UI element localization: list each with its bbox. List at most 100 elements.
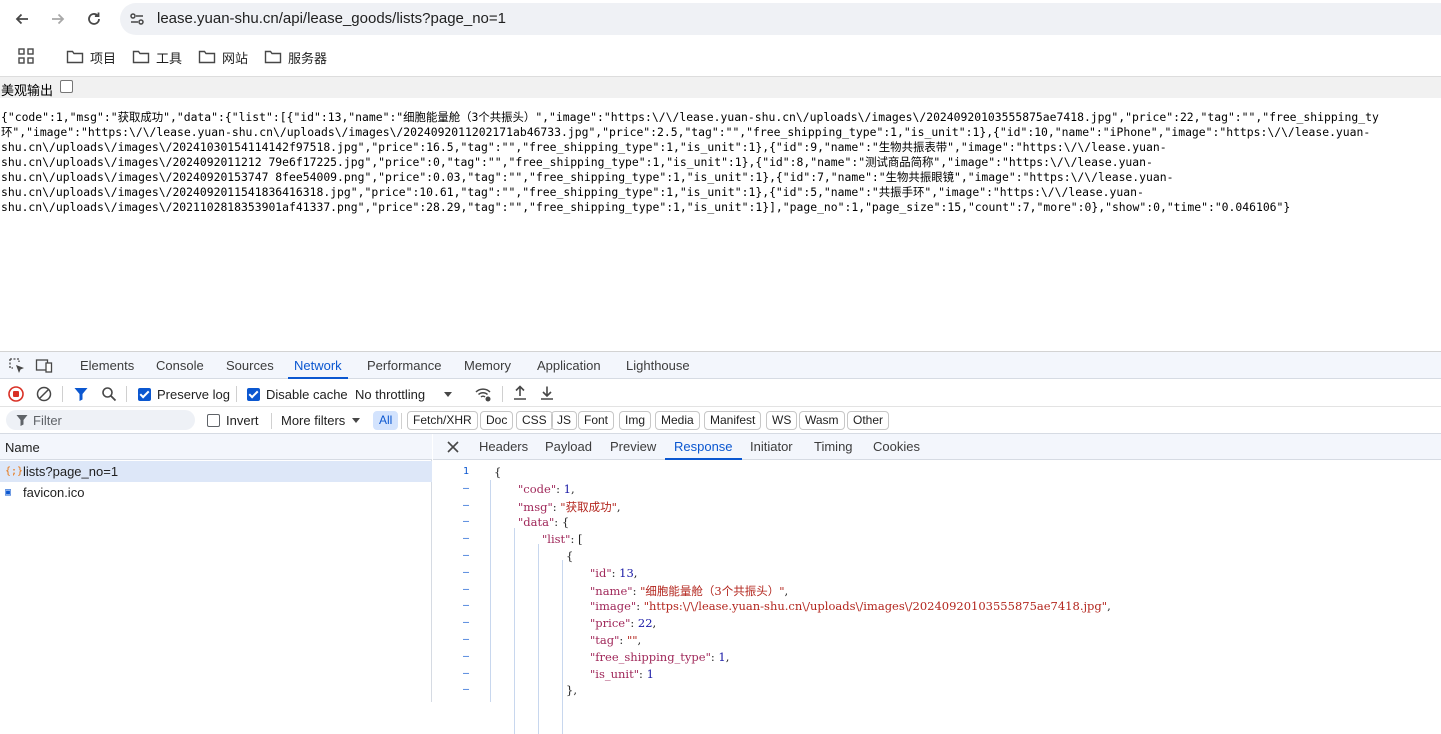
clear-icon[interactable] [36,386,52,402]
tab-console[interactable]: Console [156,352,204,379]
line-number: – [462,566,469,578]
tab-network[interactable]: Network [288,352,348,379]
response-code-view[interactable]: 1{– "code": 1, – "msg": "获取成功", – "data": {– "… [433,460,1441,734]
preserve-log-checkbox[interactable]: Preserve log [138,385,230,403]
reload-button[interactable] [81,6,107,32]
type-filter-doc[interactable]: Doc [480,411,514,430]
tab-sources[interactable]: Sources [226,352,274,379]
apps-grid-icon[interactable] [18,48,34,64]
bookmark-folder[interactable]: 项目 [66,46,116,68]
type-filter-other[interactable]: Other [847,411,890,430]
type-filter-manifest[interactable]: Manifest [704,411,762,430]
line-number: – [462,617,469,629]
device-toolbar-icon[interactable] [35,357,53,375]
bookmark-folder[interactable]: 网站 [198,46,248,68]
line-number: – [462,533,469,545]
toolbar-divider [502,386,503,402]
code-text: "tag": "", [590,633,642,647]
tab-preview[interactable]: Preview [610,434,656,460]
code-line: – "free_shipping_type": 1, [433,649,1441,666]
raw-json-body: {"code":1,"msg":"获取成功","data":{"list":[{… [1,110,1379,214]
folder-icon [198,50,216,64]
request-row[interactable]: {;} lists?page_no=1 [0,461,432,482]
request-list: Name {;} lists?page_no=1 ▣ favicon.ico [0,434,432,702]
code-line: – "name": "细胞能量舱（3个共振头）", [433,582,1441,599]
tab-response[interactable]: Response [665,434,742,460]
stop-recording-icon[interactable] [8,386,24,402]
type-filter-fetch-xhr[interactable]: Fetch/XHR [407,411,478,430]
bookmark-folder[interactable]: 工具 [132,46,182,68]
tab-performance[interactable]: Performance [367,352,441,379]
checkbox-checked[interactable] [138,387,151,401]
url-text[interactable]: lease.yuan-shu.cn/api/lease_goods/lists?… [157,10,506,27]
type-filter-all[interactable]: All [373,411,399,430]
bookmark-folder[interactable]: 服务器 [264,46,327,68]
code-line: – "id": 13, [433,565,1441,582]
tab-application[interactable]: Application [537,352,601,379]
code-line: – "is_unit": 1 [433,666,1441,683]
inspect-element-icon[interactable] [8,357,26,375]
line-number: – [462,482,469,494]
request-row[interactable]: ▣ favicon.ico [0,482,432,503]
network-toolbar: Preserve log Disable cache No throttling [0,380,1441,407]
line-number: – [462,684,469,696]
arrow-right-icon [52,13,65,25]
page-content: 美观输出 {"code":1,"msg":"获取成功","data":{"lis… [0,76,1441,351]
throttling-select[interactable]: No throttling [355,385,453,403]
arrow-left-icon [15,13,28,25]
code-line: – "tag": "", [433,632,1441,649]
more-filters-dropdown[interactable]: More filters [281,411,361,429]
search-icon[interactable] [101,386,117,402]
code-line: – "list": [ [433,531,1441,548]
line-number: – [462,650,469,662]
filter-bar: Filter Invert More filters All Fetch/XHR… [0,407,1441,434]
tab-elements[interactable]: Elements [80,352,134,379]
type-filter-font[interactable]: Font [578,411,615,430]
request-list-header[interactable]: Name [0,434,432,460]
checkbox-checked[interactable] [247,387,260,401]
address-bar[interactable]: lease.yuan-shu.cn/api/lease_goods/lists?… [120,3,1441,35]
code-text: "id": 13, [590,565,638,580]
type-filter-css[interactable]: CSS [516,411,553,430]
folder-icon [264,50,282,64]
import-har-icon[interactable] [512,385,528,401]
tab-lighthouse[interactable]: Lighthouse [626,352,690,379]
type-filter-wasm[interactable]: Wasm [799,411,845,430]
type-filter-ws[interactable]: WS [766,411,798,430]
filter-funnel-icon[interactable] [73,386,89,402]
type-filter-js[interactable]: JS [551,411,578,430]
toolbar-divider [236,386,237,402]
forward-button[interactable] [45,6,71,32]
network-conditions-icon[interactable] [474,385,492,403]
image-request-icon: ▣ [5,487,12,498]
code-text: "price": 22, [590,616,657,631]
code-text: "msg": "获取成功", [518,499,621,514]
tab-initiator[interactable]: Initiator [750,434,793,460]
request-detail-pane: Headers Payload Preview Response Initiat… [433,434,1441,734]
checkbox-unchecked[interactable] [207,413,220,427]
type-filter-img[interactable]: Img [619,411,652,430]
back-button[interactable] [9,6,35,32]
code-line: 1{ [433,464,1441,481]
pretty-print-checkbox[interactable] [60,80,73,93]
tab-memory[interactable]: Memory [464,352,511,379]
tab-payload[interactable]: Payload [545,434,592,460]
disable-cache-checkbox[interactable]: Disable cache [247,385,348,403]
code-line: –{ [433,548,1441,565]
code-text: }, [566,683,577,698]
filter-placeholder: Filter [33,413,62,428]
code-line: – "image": "https:\/\/lease.yuan-shu.cn\/… [433,598,1441,615]
export-har-icon[interactable] [539,385,555,401]
code-text: "is_unit": 1 [590,666,654,681]
devtools-panel: Elements Console Sources Network Perform… [0,351,1441,734]
tab-cookies[interactable]: Cookies [873,434,920,460]
line-number: – [462,516,469,528]
invert-checkbox[interactable]: Invert [207,411,259,429]
tab-timing[interactable]: Timing [814,434,853,460]
type-filter-media[interactable]: Media [655,411,700,430]
code-line: – "msg": "获取成功", [433,498,1441,515]
filter-input[interactable]: Filter [6,410,195,430]
close-icon[interactable] [445,439,461,455]
tab-headers[interactable]: Headers [479,434,528,460]
site-settings-icon[interactable] [128,10,146,28]
